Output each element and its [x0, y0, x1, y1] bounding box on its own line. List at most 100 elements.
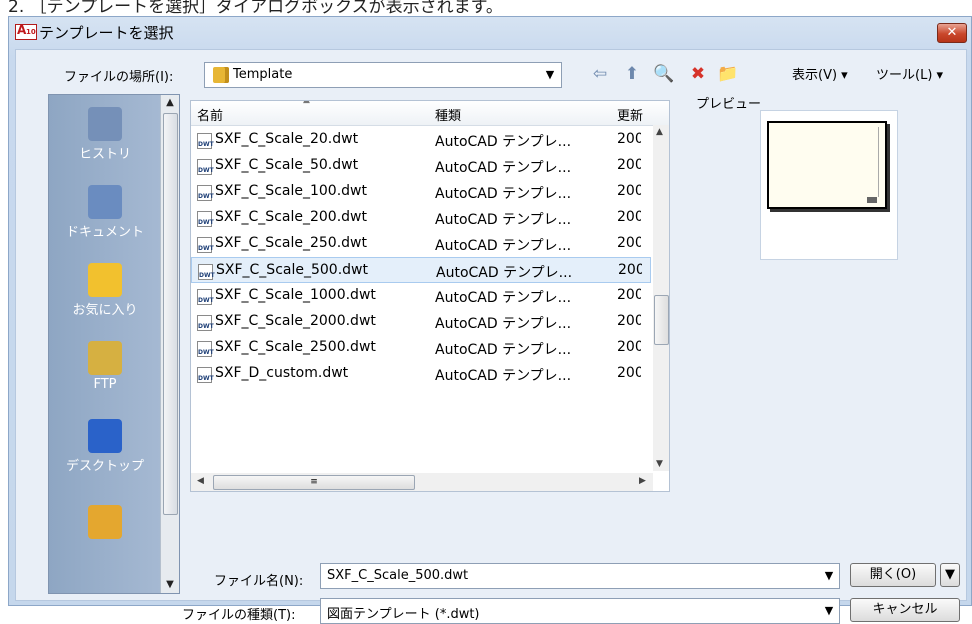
view-menu-label: 表示(V) [792, 68, 838, 83]
file-name: SXF_D_custom.dwt [215, 365, 349, 381]
look-in-combo[interactable]: Template ▼ [204, 62, 562, 88]
file-name: SXF_C_Scale_500.dwt [216, 262, 368, 278]
preview-pane [760, 110, 898, 260]
file-row[interactable]: DWT SXF_C_Scale_2500.dwt AutoCAD テンプレ...… [191, 335, 651, 361]
select-template-dialog: A 10 テンプレートを選択 ✕ ファイルの場所(I): Template ▼ ⇦… [8, 16, 972, 624]
column-name[interactable]: 名前 [197, 105, 223, 124]
column-date[interactable]: 更新 [617, 105, 643, 124]
dwt-file-icon: DWT [197, 133, 214, 149]
dialog-title: テンプレートを選択 [39, 24, 174, 42]
place-desktop[interactable]: デスクトップ [49, 419, 161, 474]
chevron-down-icon[interactable]: ▼ [822, 603, 836, 619]
file-type: AutoCAD テンプレ... [435, 316, 572, 332]
file-row[interactable]: DWT SXF_C_Scale_20.dwt AutoCAD テンプレ... 2… [191, 127, 651, 153]
place-label: ヒストリ [78, 147, 131, 162]
scroll-down-icon[interactable]: ▼ [656, 459, 663, 469]
look-in-value: Template [233, 67, 293, 82]
back-icon[interactable]: ⇦ [588, 62, 612, 86]
ftp-icon [88, 341, 122, 375]
filename-input[interactable]: SXF_C_Scale_500.dwt [320, 563, 840, 589]
hscroll-thumb[interactable]: ≡ [213, 475, 415, 490]
preview-label: プレビュー [696, 97, 762, 112]
dwt-file-icon: DWT [197, 237, 214, 253]
places-bar: ヒストリ ドキュメント お気に入り FTP デスクトップ ▲ ▼ [48, 94, 180, 594]
column-type[interactable]: 種類 [435, 105, 461, 124]
scroll-up-icon[interactable]: ▲ [161, 95, 179, 111]
open-button-label: 開く(O) [869, 567, 917, 582]
chevron-down-icon[interactable]: ▼ [822, 568, 836, 584]
file-row[interactable]: DWT SXF_C_Scale_1000.dwt AutoCAD テンプレ...… [191, 283, 651, 309]
file-row[interactable]: DWT SXF_C_Scale_100.dwt AutoCAD テンプレ... … [191, 179, 651, 205]
filename-value: SXF_C_Scale_500.dwt [327, 568, 469, 583]
file-row[interactable]: DWT SXF_D_custom.dwt AutoCAD テンプレ... 200 [191, 361, 651, 387]
file-row[interactable]: DWT SXF_C_Scale_2000.dwt AutoCAD テンプレ...… [191, 309, 651, 335]
look-in-label: ファイルの場所(I): [64, 70, 174, 85]
place-history[interactable]: ヒストリ [49, 107, 161, 162]
sort-arrow-icon: ▲ [303, 100, 310, 105]
scroll-up-icon[interactable]: ▲ [656, 127, 663, 137]
file-name: SXF_C_Scale_2500.dwt [215, 339, 376, 355]
dwt-file-icon: DWT [197, 315, 214, 331]
file-row[interactable]: DWT SXF_C_Scale_200.dwt AutoCAD テンプレ... … [191, 205, 651, 231]
up-folder-icon[interactable]: ⬆ [620, 62, 644, 86]
file-date: 200 [617, 365, 641, 381]
file-type: AutoCAD テンプレ... [435, 186, 572, 202]
file-row[interactable]: DWT SXF_C_Scale_50.dwt AutoCAD テンプレ... 2… [191, 153, 651, 179]
file-date: 200 [617, 131, 641, 147]
dwt-file-icon: DWT [197, 367, 214, 383]
title-bar: A 10 テンプレートを選択 ✕ [9, 17, 971, 47]
dwt-file-icon: DWT [197, 185, 214, 201]
view-menu[interactable]: 表示(V) ▾ [792, 64, 848, 83]
close-button[interactable]: ✕ [937, 23, 967, 43]
place-favorites[interactable]: お気に入り [49, 263, 161, 318]
place-buzzsaw[interactable] [49, 505, 161, 541]
page-caption: 2. ［テンプレートを選択］ダイアログボックスが表示されます。 [0, 0, 972, 16]
place-documents[interactable]: ドキュメント [49, 185, 161, 240]
file-row[interactable]: DWT SXF_C_Scale_250.dwt AutoCAD テンプレ... … [191, 231, 651, 257]
filetype-select[interactable]: 図面テンプレート (*.dwt) [320, 598, 840, 624]
tools-menu[interactable]: ツール(L) ▾ [876, 64, 943, 83]
cancel-button[interactable]: キャンセル [850, 598, 960, 622]
scroll-left-icon[interactable]: ◀ [197, 476, 204, 486]
file-row-selected[interactable]: DWT SXF_C_Scale_500.dwt AutoCAD テンプレ... … [191, 257, 651, 283]
file-name: SXF_C_Scale_50.dwt [215, 157, 359, 173]
file-type: AutoCAD テンプレ... [436, 265, 573, 281]
places-scrollbar[interactable]: ▲ ▼ [160, 95, 179, 593]
chevron-down-icon[interactable]: ▼ [543, 67, 557, 83]
new-folder-icon[interactable]: 📁 [716, 62, 740, 86]
file-type: AutoCAD テンプレ... [435, 368, 572, 384]
file-name: SXF_C_Scale_250.dwt [215, 235, 367, 251]
title-block-line [878, 127, 879, 197]
dwt-file-icon: DWT [198, 264, 215, 280]
file-list-vscrollbar[interactable]: ▲ ▼ [653, 125, 669, 471]
scroll-thumb[interactable] [163, 113, 178, 515]
file-name: SXF_C_Scale_1000.dwt [215, 287, 376, 303]
search-web-icon[interactable]: 🔍 [652, 62, 676, 86]
file-list-hscrollbar[interactable]: ◀ ≡ ▶ [191, 473, 653, 491]
scroll-down-icon[interactable]: ▼ [161, 577, 179, 593]
buzzsaw-icon [88, 505, 122, 539]
place-label: デスクトップ [65, 459, 144, 474]
place-ftp[interactable]: FTP [49, 341, 161, 392]
file-date: 200 [617, 235, 641, 251]
file-type: AutoCAD テンプレ... [435, 238, 572, 254]
file-name: SXF_C_Scale_20.dwt [215, 131, 359, 147]
scroll-right-icon[interactable]: ▶ [639, 476, 646, 486]
dwt-file-icon: DWT [197, 159, 214, 175]
desktop-icon [88, 419, 122, 453]
dialog-body: ファイルの場所(I): Template ▼ ⇦ ⬆ 🔍 ✖ 📁 表示(V) ▾… [15, 49, 967, 624]
file-date: 200 [617, 287, 641, 303]
file-name: SXF_C_Scale_200.dwt [215, 209, 367, 225]
folder-icon [213, 67, 229, 83]
open-options-button[interactable]: ▼ [940, 563, 960, 587]
place-label: お気に入り [72, 303, 138, 318]
file-type: AutoCAD テンプレ... [435, 212, 572, 228]
favorites-icon [88, 263, 122, 297]
history-icon [88, 107, 122, 141]
file-list: 名前 種類 更新 ▲ DWT SXF_C_Scale_20.dwt AutoCA… [190, 100, 670, 492]
file-date: 200 [617, 157, 641, 173]
delete-icon[interactable]: ✖ [686, 62, 710, 86]
vscroll-thumb[interactable] [654, 295, 669, 345]
open-button[interactable]: 開く(O) [850, 563, 936, 587]
cancel-button-label: キャンセル [872, 602, 938, 617]
